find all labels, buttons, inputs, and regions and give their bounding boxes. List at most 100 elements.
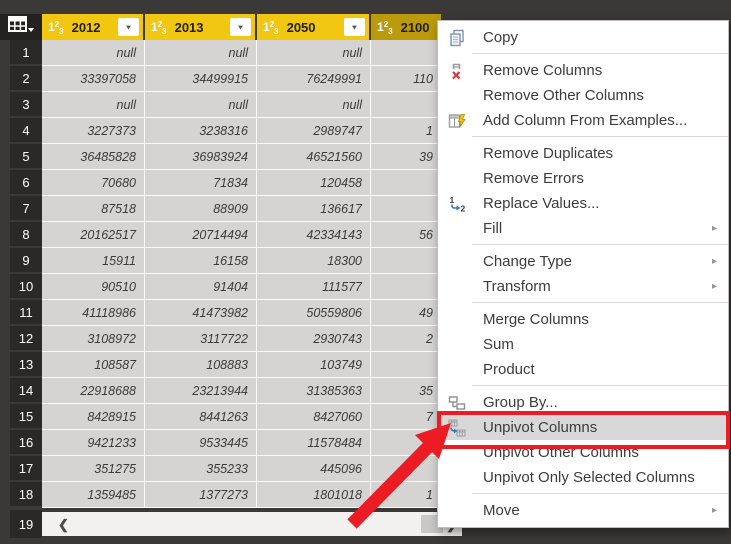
menu-item-add-column-from-examples[interactable]: Add Column From Examples... bbox=[438, 108, 728, 133]
menu-item-remove-columns[interactable]: Remove Columns bbox=[438, 58, 728, 83]
cell-2050[interactable]: 11578484 bbox=[257, 430, 371, 456]
cell-2050[interactable]: 50559806 bbox=[257, 300, 371, 326]
row-number[interactable]: 18 bbox=[10, 482, 42, 508]
cell-2012[interactable]: 87518 bbox=[42, 196, 145, 222]
cell-2013[interactable]: 16158 bbox=[145, 248, 257, 274]
cell-2100[interactable] bbox=[371, 248, 441, 274]
cell-2050[interactable]: null bbox=[257, 40, 371, 66]
column-header-2050[interactable]: 1232050▼ bbox=[257, 14, 371, 40]
menu-item-unpivot-only-selected-columns[interactable]: Unpivot Only Selected Columns bbox=[438, 465, 728, 490]
menu-item-remove-other-columns[interactable]: Remove Other Columns bbox=[438, 83, 728, 108]
cell-2050[interactable]: null bbox=[257, 92, 371, 118]
menu-item-merge-columns[interactable]: Merge Columns bbox=[438, 307, 728, 332]
menu-item-copy[interactable]: Copy bbox=[438, 25, 728, 50]
row-number[interactable]: 12 bbox=[10, 326, 42, 352]
row-number[interactable]: 2 bbox=[10, 66, 42, 92]
scroll-left-arrow-icon[interactable]: ❮ bbox=[58, 518, 69, 531]
cell-2013[interactable]: null bbox=[145, 92, 257, 118]
row-number[interactable]: 1 bbox=[10, 40, 42, 66]
cell-2100[interactable] bbox=[371, 170, 441, 196]
cell-2100[interactable] bbox=[371, 352, 441, 378]
menu-item-product[interactable]: Product bbox=[438, 357, 728, 382]
row-number[interactable]: 13 bbox=[10, 352, 42, 378]
cell-2012[interactable]: 1359485 bbox=[42, 482, 145, 508]
cell-2100[interactable]: 11 bbox=[371, 430, 441, 456]
cell-2050[interactable]: 46521560 bbox=[257, 144, 371, 170]
cell-2100[interactable] bbox=[371, 40, 441, 66]
cell-2013[interactable]: 41473982 bbox=[145, 300, 257, 326]
cell-2050[interactable]: 1801018 bbox=[257, 482, 371, 508]
cell-2100[interactable] bbox=[371, 456, 441, 482]
menu-item-group-by[interactable]: Group By... bbox=[438, 390, 728, 415]
cell-2012[interactable]: 3108972 bbox=[42, 326, 145, 352]
column-header-2012[interactable]: 1232012▼ bbox=[42, 14, 145, 40]
cell-2050[interactable]: 31385363 bbox=[257, 378, 371, 404]
cell-2100[interactable] bbox=[371, 92, 441, 118]
cell-2013[interactable]: 20714494 bbox=[145, 222, 257, 248]
column-header-2013[interactable]: 1232013▼ bbox=[145, 14, 257, 40]
row-number[interactable]: 6 bbox=[10, 170, 42, 196]
row-number[interactable]: 5 bbox=[10, 144, 42, 170]
whole-number-type-icon[interactable]: 123 bbox=[263, 19, 279, 36]
cell-2013[interactable]: 36983924 bbox=[145, 144, 257, 170]
cell-2100[interactable]: 2 bbox=[371, 326, 441, 352]
row-number[interactable]: 8 bbox=[10, 222, 42, 248]
menu-item-remove-errors[interactable]: Remove Errors bbox=[438, 166, 728, 191]
menu-item-fill[interactable]: Fill▸ bbox=[438, 216, 728, 241]
cell-2013[interactable]: 8441263 bbox=[145, 404, 257, 430]
row-number[interactable]: 16 bbox=[10, 430, 42, 456]
cell-2100[interactable]: 7 bbox=[371, 404, 441, 430]
cell-2050[interactable]: 42334143 bbox=[257, 222, 371, 248]
cell-2012[interactable]: 33397058 bbox=[42, 66, 145, 92]
horizontal-scrollbar[interactable]: ❮ ❯ bbox=[42, 512, 462, 536]
cell-2013[interactable]: 34499915 bbox=[145, 66, 257, 92]
cell-2012[interactable]: 108587 bbox=[42, 352, 145, 378]
cell-2013[interactable]: null bbox=[145, 40, 257, 66]
cell-2050[interactable]: 76249991 bbox=[257, 66, 371, 92]
cell-2012[interactable]: 41118986 bbox=[42, 300, 145, 326]
row-number[interactable]: 14 bbox=[10, 378, 42, 404]
cell-2012[interactable]: 351275 bbox=[42, 456, 145, 482]
cell-2050[interactable]: 136617 bbox=[257, 196, 371, 222]
row-number[interactable]: 7 bbox=[10, 196, 42, 222]
cell-2100[interactable]: 35 bbox=[371, 378, 441, 404]
cell-2013[interactable]: 91404 bbox=[145, 274, 257, 300]
cell-2100[interactable]: 110 bbox=[371, 66, 441, 92]
cell-2050[interactable]: 18300 bbox=[257, 248, 371, 274]
cell-2013[interactable]: 9533445 bbox=[145, 430, 257, 456]
whole-number-type-icon[interactable]: 123 bbox=[48, 19, 64, 36]
cell-2100[interactable]: 56 bbox=[371, 222, 441, 248]
cell-2012[interactable]: null bbox=[42, 40, 145, 66]
menu-item-transform[interactable]: Transform▸ bbox=[438, 274, 728, 299]
cell-2100[interactable] bbox=[371, 274, 441, 300]
cell-2012[interactable]: 20162517 bbox=[42, 222, 145, 248]
cell-2100[interactable]: 1 bbox=[371, 118, 441, 144]
row-number[interactable]: 17 bbox=[10, 456, 42, 482]
row-number[interactable]: 4 bbox=[10, 118, 42, 144]
cell-2050[interactable]: 445096 bbox=[257, 456, 371, 482]
cell-2050[interactable]: 103749 bbox=[257, 352, 371, 378]
cell-2013[interactable]: 71834 bbox=[145, 170, 257, 196]
cell-2013[interactable]: 3238316 bbox=[145, 118, 257, 144]
cell-2012[interactable]: 90510 bbox=[42, 274, 145, 300]
menu-item-sum[interactable]: Sum bbox=[438, 332, 728, 357]
menu-item-unpivot-columns[interactable]: Unpivot Columns bbox=[438, 415, 728, 440]
menu-item-unpivot-other-columns[interactable]: Unpivot Other Columns bbox=[438, 440, 728, 465]
cell-2013[interactable]: 3117722 bbox=[145, 326, 257, 352]
cell-2012[interactable]: 8428915 bbox=[42, 404, 145, 430]
cell-2050[interactable]: 2930743 bbox=[257, 326, 371, 352]
row-number-19[interactable]: 19 bbox=[10, 510, 42, 538]
whole-number-type-icon[interactable]: 123 bbox=[151, 19, 167, 36]
cell-2050[interactable]: 120458 bbox=[257, 170, 371, 196]
cell-2050[interactable]: 8427060 bbox=[257, 404, 371, 430]
cell-2012[interactable]: 9421233 bbox=[42, 430, 145, 456]
cell-2013[interactable]: 108883 bbox=[145, 352, 257, 378]
cell-2013[interactable]: 23213944 bbox=[145, 378, 257, 404]
row-number[interactable]: 3 bbox=[10, 92, 42, 118]
menu-item-remove-duplicates[interactable]: Remove Duplicates bbox=[438, 141, 728, 166]
cell-2012[interactable]: 70680 bbox=[42, 170, 145, 196]
row-number[interactable]: 11 bbox=[10, 300, 42, 326]
row-number[interactable]: 10 bbox=[10, 274, 42, 300]
cell-2013[interactable]: 1377273 bbox=[145, 482, 257, 508]
cell-2012[interactable]: 22918688 bbox=[42, 378, 145, 404]
